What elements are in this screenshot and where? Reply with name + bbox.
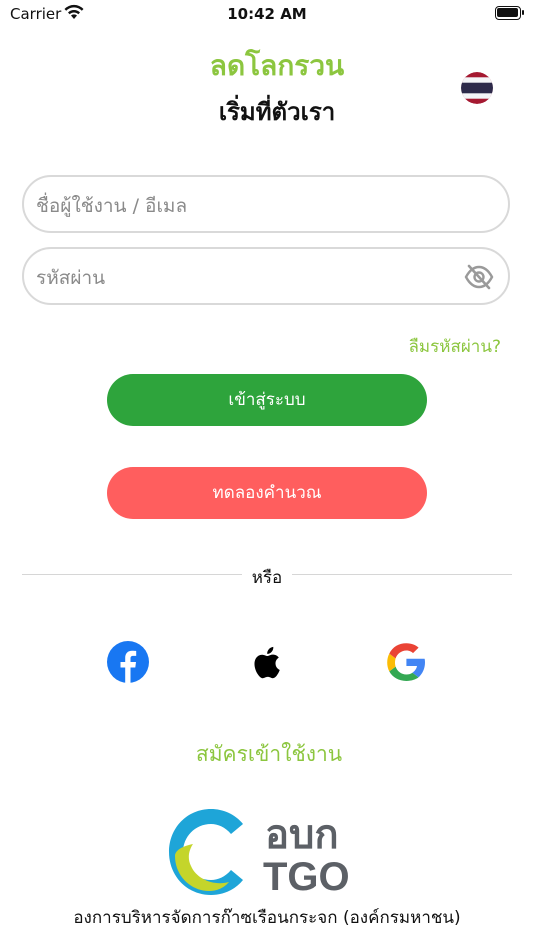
organization-name: องการบริหารจัดการก๊าซเรือนกระจก (องค์กรม… (73, 908, 461, 928)
google-icon[interactable] (384, 640, 428, 684)
tgo-logo: อบก TGO (169, 809, 350, 898)
logo-text-top: อบก (265, 813, 339, 857)
eye-off-icon[interactable] (464, 263, 494, 291)
app-subtitle: เริ่มที่ตัวเรา (218, 98, 336, 126)
username-field[interactable]: ชื่อผู้ใช้งาน / อีเมล (22, 175, 510, 233)
username-placeholder: ชื่อผู้ใช้งาน / อีเมล (36, 195, 188, 217)
status-bar: Carrier 10:42 AM (0, 0, 534, 30)
clock: 10:42 AM (227, 5, 307, 23)
register-link[interactable]: สมัครเข้าใช้งาน (0, 738, 534, 771)
forgot-password-link[interactable]: ลืมรหัสผ่าน? (409, 333, 502, 360)
or-label: หรือ (243, 568, 291, 588)
apple-icon[interactable] (245, 640, 289, 684)
password-placeholder: รหัสผ่าน (36, 267, 106, 289)
login-button[interactable]: เข้าสู่ระบบ (107, 374, 427, 426)
thailand-flag-icon[interactable] (461, 72, 493, 104)
facebook-icon[interactable] (106, 640, 150, 684)
or-divider: หรือ (0, 564, 534, 591)
password-field[interactable]: รหัสผ่าน (22, 247, 510, 305)
app-title: ลดโลกรวน (209, 49, 345, 82)
trial-calculation-button[interactable]: ทดลองคำนวณ (107, 467, 427, 519)
battery-icon (495, 6, 525, 20)
logo-text-bottom: TGO (263, 855, 350, 898)
